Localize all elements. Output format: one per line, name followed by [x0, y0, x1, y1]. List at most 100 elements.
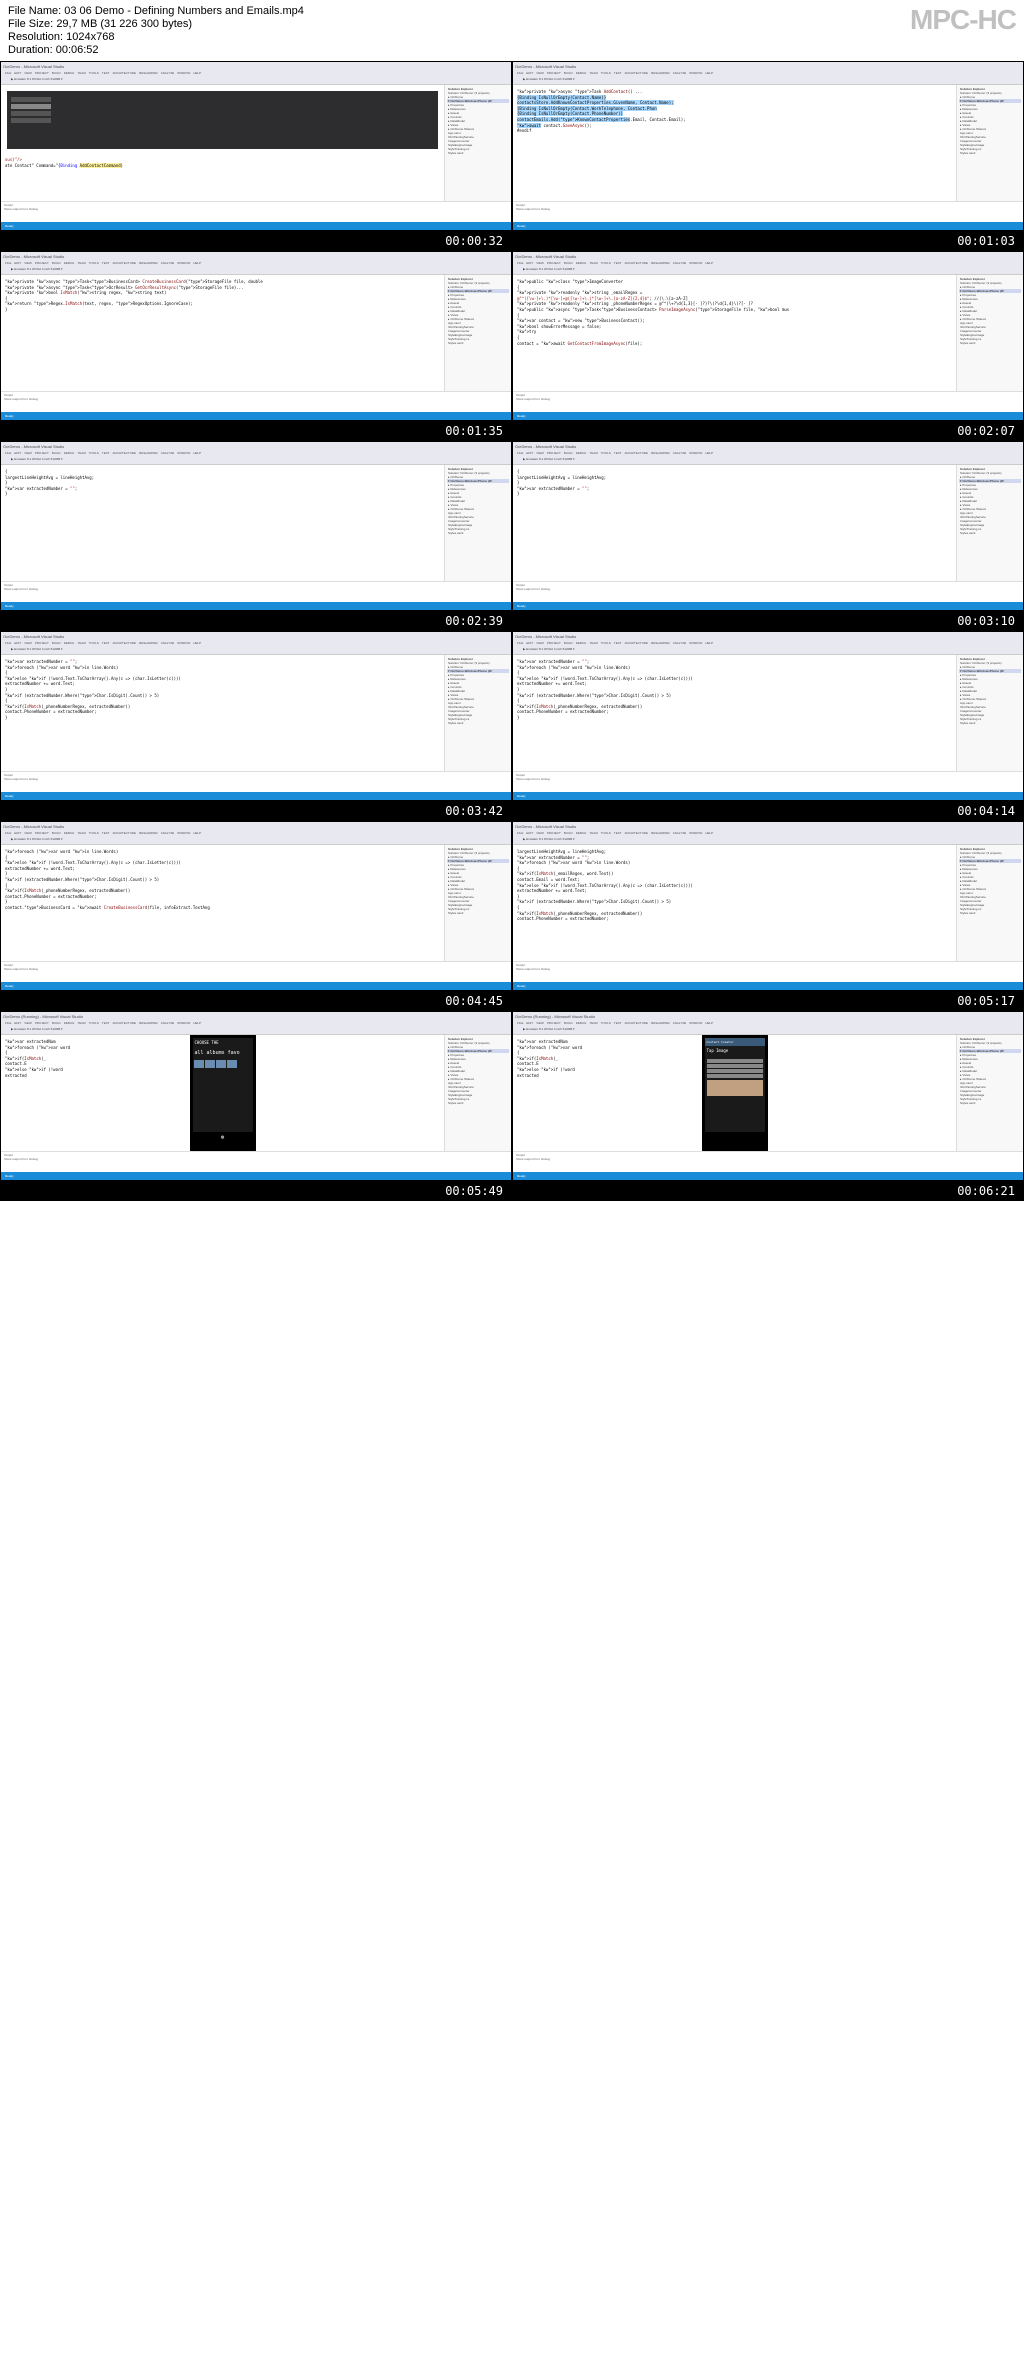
code-editor[interactable]: "kw">public "kw">class "type">ImageConve…: [513, 275, 956, 391]
output-panel[interactable]: OutputShow output from: Debug: [1, 961, 511, 982]
thumbnail-10[interactable]: OcrDemo - Microsoft Visual StudioFILEEDI…: [512, 821, 1024, 1011]
menu-item[interactable]: VIEW: [536, 451, 544, 455]
menu-item[interactable]: TEAM: [77, 641, 85, 645]
vs-toolbar[interactable]: ▶ Emulator 8.1 WVGA 4 inch 512MB ▾: [513, 456, 1023, 465]
menu-item[interactable]: DEBUG: [64, 71, 75, 75]
menu-item[interactable]: PROJECT: [35, 261, 49, 265]
menu-item[interactable]: FILE: [5, 641, 11, 645]
menu-item[interactable]: BUILD: [564, 71, 573, 75]
solution-item[interactable]: Styles.xaml: [447, 911, 509, 915]
menu-item[interactable]: PROJECT: [547, 261, 561, 265]
thumbnail-1[interactable]: OcrDemo - Microsoft Visual StudioFILEEDI…: [0, 61, 512, 251]
menu-item[interactable]: TEST: [614, 261, 622, 265]
menu-item[interactable]: ANALYZE: [673, 831, 686, 835]
menu-item[interactable]: DEBUG: [576, 641, 587, 645]
menu-item[interactable]: TEAM: [589, 451, 597, 455]
output-panel[interactable]: OutputShow output from: Debug: [1, 581, 511, 602]
menu-item[interactable]: TEST: [614, 451, 622, 455]
menu-item[interactable]: EDIT: [14, 451, 21, 455]
solution-explorer[interactable]: Solution ExplorerSolution 'OcrDemo' (3 p…: [444, 465, 511, 581]
output-panel[interactable]: OutputShow output from: Debug: [513, 581, 1023, 602]
menu-item[interactable]: RESHARPER: [651, 641, 670, 645]
menu-item[interactable]: VIEW: [24, 261, 32, 265]
menu-item[interactable]: BUILD: [52, 1021, 61, 1025]
menu-item[interactable]: HELP: [193, 71, 201, 75]
vs-toolbar[interactable]: ▶ Emulator 8.1 WVGA 4 inch 512MB ▾: [1, 456, 511, 465]
menu-item[interactable]: TEAM: [77, 261, 85, 265]
menu-item[interactable]: DEBUG: [64, 641, 75, 645]
menu-item[interactable]: VIEW: [24, 641, 32, 645]
menu-item[interactable]: TOOLS: [89, 1021, 99, 1025]
menu-item[interactable]: EDIT: [14, 641, 21, 645]
menu-item[interactable]: EDIT: [526, 451, 533, 455]
menu-item[interactable]: RESHARPER: [651, 451, 670, 455]
code-editor[interactable]: largestLineHeightAvg = lineHeightAvg;"kw…: [513, 845, 956, 961]
solution-item[interactable]: Styles.xaml: [959, 911, 1021, 915]
solution-explorer[interactable]: Solution ExplorerSolution 'OcrDemo' (3 p…: [444, 655, 511, 771]
menu-item[interactable]: VIEW: [24, 451, 32, 455]
solution-explorer[interactable]: Solution ExplorerSolution 'OcrDemo' (3 p…: [444, 85, 511, 201]
menu-item[interactable]: ARCHITECTURE: [113, 831, 137, 835]
thumbnail-7[interactable]: OcrDemo - Microsoft Visual StudioFILEEDI…: [0, 631, 512, 821]
menu-item[interactable]: WINDOW: [689, 451, 702, 455]
menu-item[interactable]: ARCHITECTURE: [113, 261, 137, 265]
code-editor[interactable]: "kw">foreach ("kw">var word "kw">in line…: [1, 845, 444, 961]
menu-item[interactable]: TEAM: [589, 831, 597, 835]
solution-item[interactable]: Styles.xaml: [959, 341, 1021, 345]
menu-item[interactable]: VIEW: [536, 71, 544, 75]
code-editor[interactable]: "kw">var extractedNumber = "";"kw">forea…: [1, 655, 444, 771]
menu-item[interactable]: ARCHITECTURE: [625, 831, 649, 835]
menu-item[interactable]: RESHARPER: [139, 1021, 158, 1025]
vs-toolbar[interactable]: ▶ Emulator 8.1 WVGA 4 inch 512MB ▾: [513, 1026, 1023, 1035]
phone-emulator[interactable]: Contact CreatorTap Image: [702, 1035, 768, 1151]
menu-item[interactable]: RESHARPER: [139, 71, 158, 75]
menu-item[interactable]: WINDOW: [689, 1021, 702, 1025]
thumbnail-5[interactable]: OcrDemo - Microsoft Visual StudioFILEEDI…: [0, 441, 512, 631]
menu-item[interactable]: DEBUG: [576, 71, 587, 75]
contact-field[interactable]: [707, 1069, 763, 1073]
solution-explorer[interactable]: Solution ExplorerSolution 'OcrDemo' (3 p…: [444, 845, 511, 961]
code-editor[interactable]: "kw">var extractedNum"kw">foreach ("kw">…: [513, 1035, 956, 1151]
thumbnail-4[interactable]: OcrDemo - Microsoft Visual StudioFILEEDI…: [512, 251, 1024, 441]
menu-item[interactable]: RESHARPER: [139, 261, 158, 265]
solution-explorer[interactable]: Solution ExplorerSolution 'OcrDemo' (3 p…: [956, 655, 1023, 771]
menu-item[interactable]: ANALYZE: [161, 1021, 174, 1025]
vs-toolbar[interactable]: ▶ Emulator 8.1 WVGA 4 inch 512MB ▾: [513, 266, 1023, 275]
code-editor[interactable]: { largestLineHeightAvg = lineHeightAvg;}…: [1, 465, 444, 581]
vs-toolbar[interactable]: ▶ Emulator 8.1 WVGA 4 inch 512MB ▾: [513, 76, 1023, 85]
output-panel[interactable]: OutputShow output from: Debug: [513, 771, 1023, 792]
menu-item[interactable]: TEST: [614, 831, 622, 835]
menu-item[interactable]: EDIT: [526, 261, 533, 265]
menu-item[interactable]: TEST: [102, 641, 110, 645]
menu-item[interactable]: WINDOW: [177, 261, 190, 265]
menu-item[interactable]: TOOLS: [601, 451, 611, 455]
output-panel[interactable]: OutputShow output from: Debug: [1, 391, 511, 412]
menu-item[interactable]: FILE: [517, 641, 523, 645]
solution-item[interactable]: Styles.xaml: [447, 721, 509, 725]
contact-field[interactable]: [707, 1074, 763, 1078]
solution-explorer[interactable]: Solution ExplorerSolution 'OcrDemo' (3 p…: [956, 1035, 1023, 1151]
menu-item[interactable]: RESHARPER: [651, 831, 670, 835]
thumbnail-11[interactable]: OcrDemo (Running) - Microsoft Visual Stu…: [0, 1011, 512, 1201]
menu-item[interactable]: TEST: [102, 451, 110, 455]
solution-item[interactable]: Styles.xaml: [447, 341, 509, 345]
menu-item[interactable]: ARCHITECTURE: [113, 1021, 137, 1025]
code-editor[interactable]: { largestLineHeightAvg = lineHeightAvg;}…: [513, 465, 956, 581]
menu-item[interactable]: WINDOW: [177, 1021, 190, 1025]
menu-item[interactable]: TEAM: [589, 71, 597, 75]
menu-item[interactable]: BUILD: [52, 71, 61, 75]
menu-item[interactable]: TEAM: [589, 641, 597, 645]
menu-item[interactable]: VIEW: [24, 1021, 32, 1025]
thumbnail-8[interactable]: OcrDemo - Microsoft Visual StudioFILEEDI…: [512, 631, 1024, 821]
contact-field[interactable]: [707, 1059, 763, 1063]
menu-item[interactable]: TOOLS: [601, 831, 611, 835]
menu-item[interactable]: VIEW: [24, 71, 32, 75]
vs-toolbar[interactable]: ▶ Emulator 8.1 WVGA 4 inch 512MB ▾: [1, 646, 511, 655]
menu-item[interactable]: RESHARPER: [651, 1021, 670, 1025]
menu-item[interactable]: ARCHITECTURE: [113, 641, 137, 645]
menu-item[interactable]: ARCHITECTURE: [625, 71, 649, 75]
menu-item[interactable]: HELP: [705, 261, 713, 265]
menu-item[interactable]: ANALYZE: [673, 451, 686, 455]
menu-item[interactable]: WINDOW: [689, 831, 702, 835]
menu-item[interactable]: DEBUG: [64, 261, 75, 265]
